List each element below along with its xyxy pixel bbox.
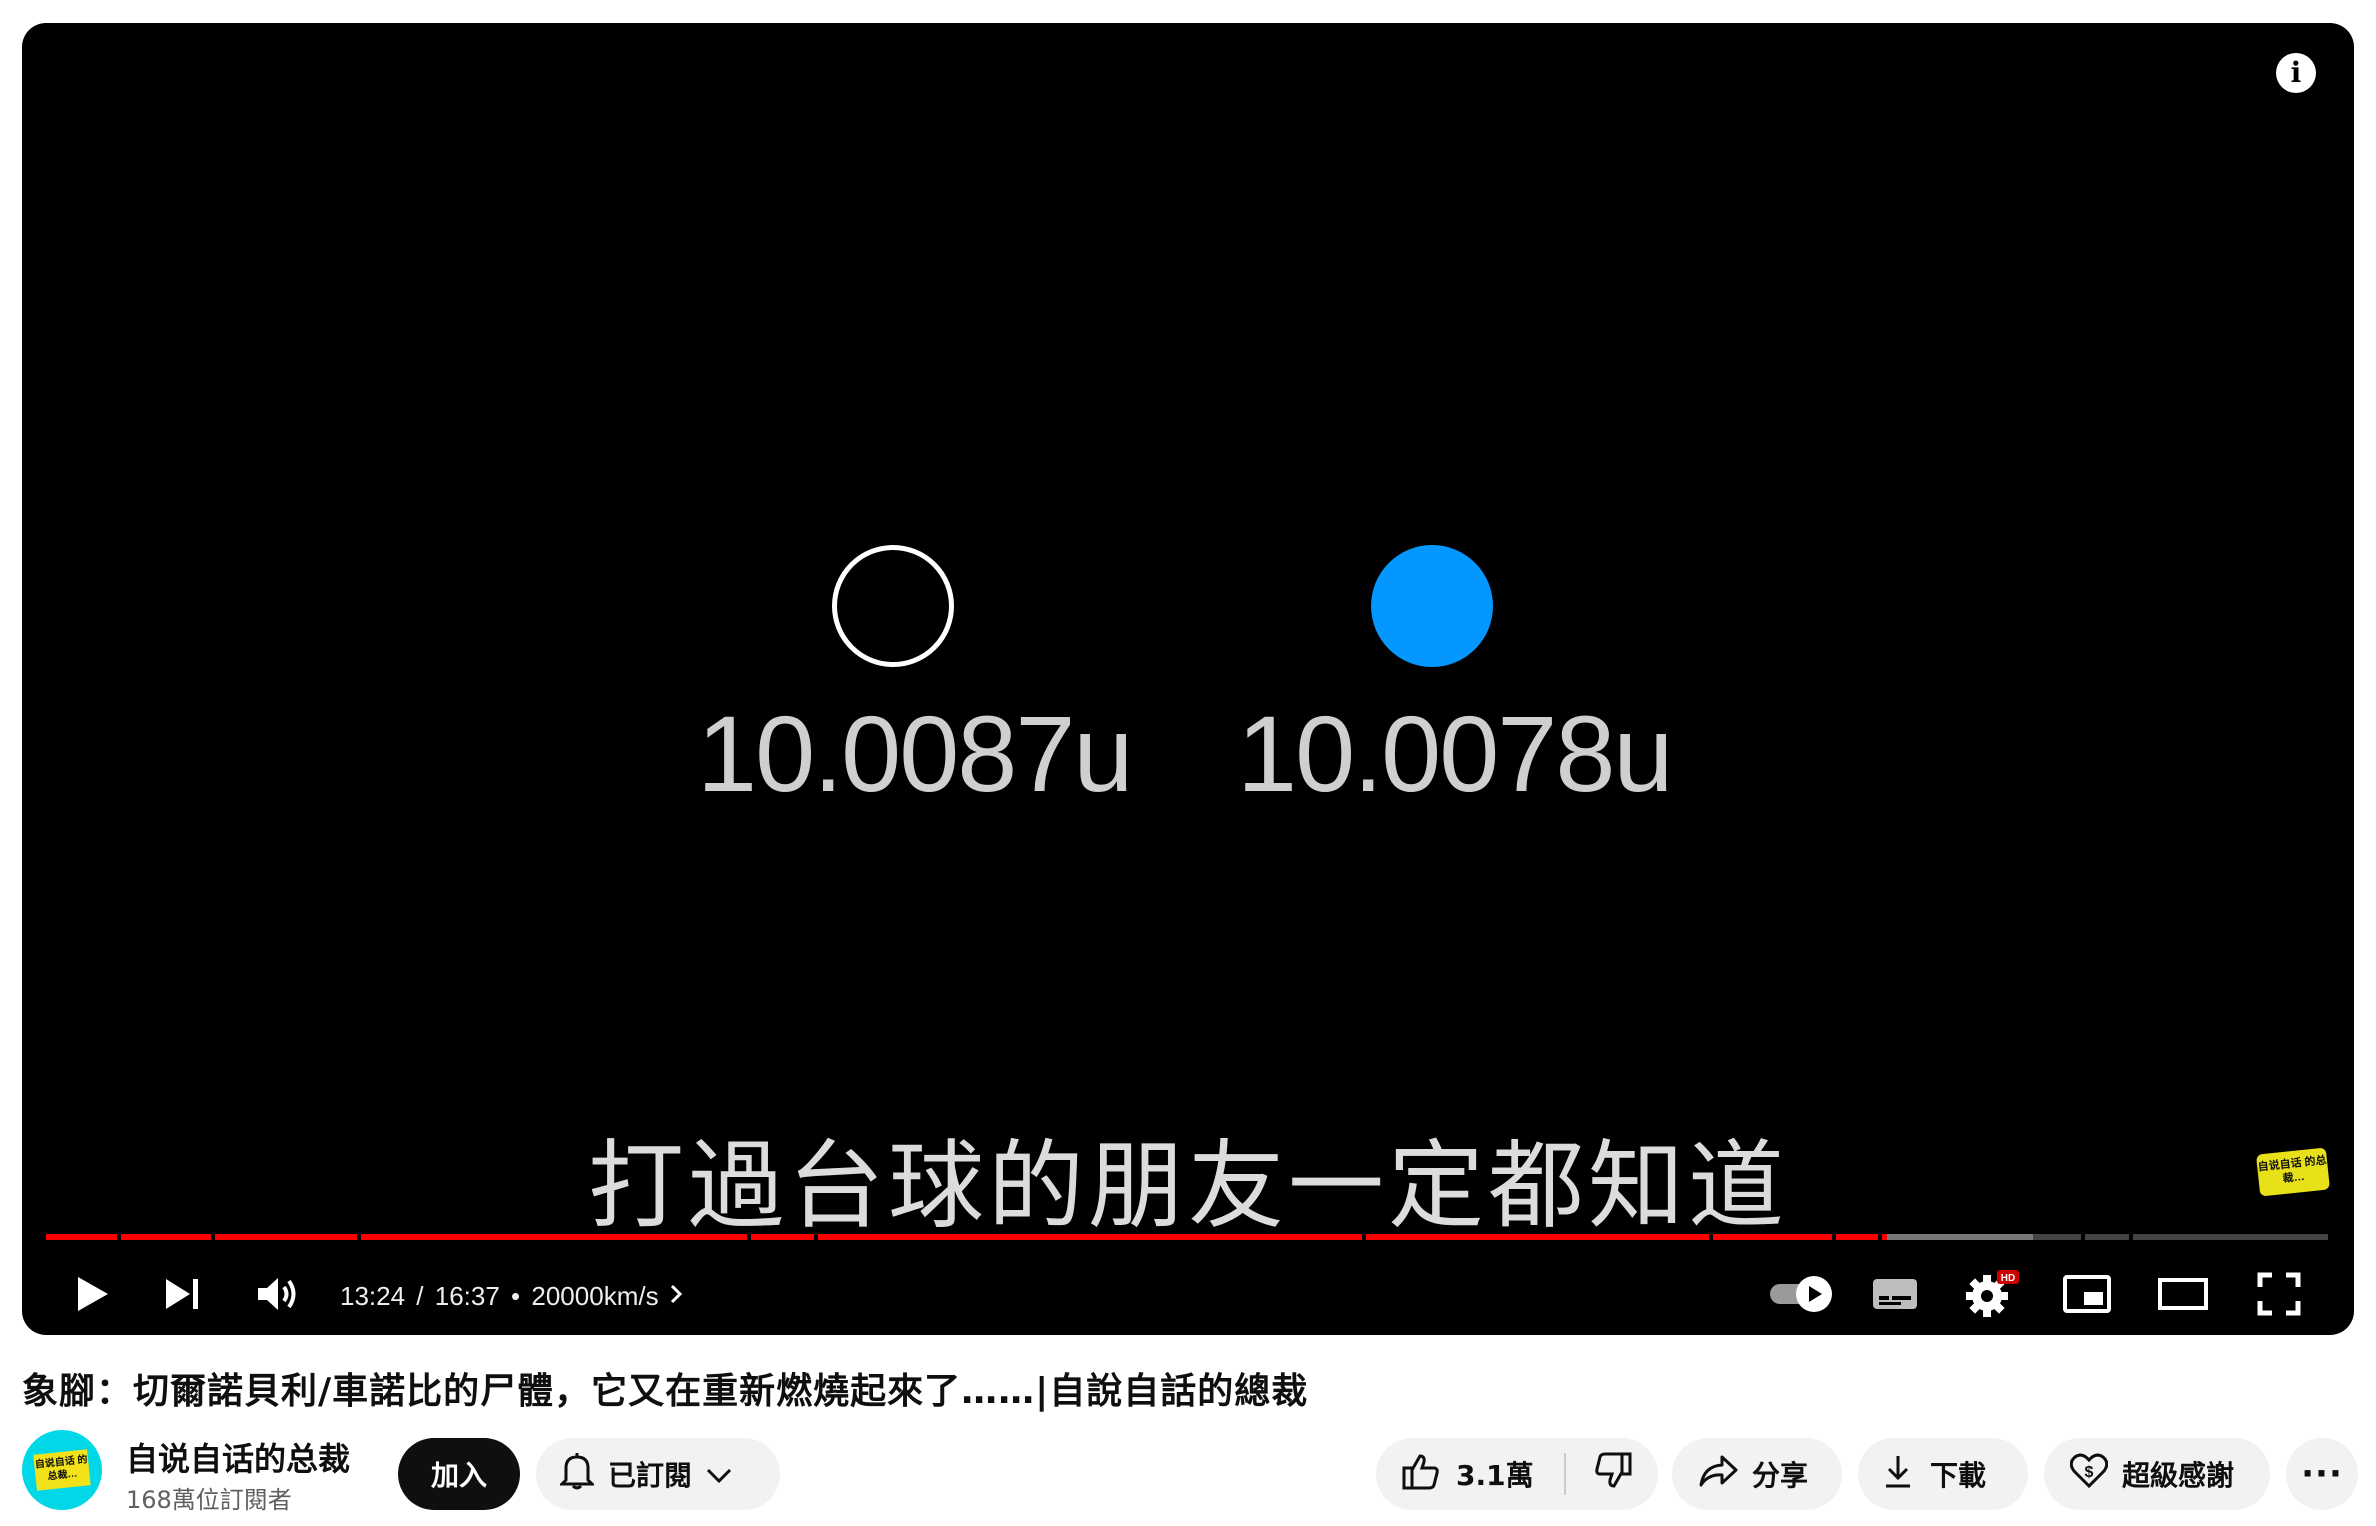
share-button[interactable]: 分享 [1672, 1438, 1842, 1510]
theater-mode-icon[interactable] [2148, 1259, 2218, 1329]
progress-segment-played[interactable] [1713, 1234, 1833, 1240]
progress-segment-played[interactable] [121, 1234, 211, 1240]
super-thanks-button[interactable]: $ 超級感謝 [2044, 1438, 2270, 1510]
dislike-button[interactable] [1566, 1438, 1632, 1510]
avatar-logo: 自说自话 的总裁… [33, 1449, 91, 1491]
subscribed-button[interactable]: 已訂閱 [536, 1438, 780, 1510]
download-label: 下載 [1930, 1459, 1987, 1492]
join-button[interactable]: 加入 [398, 1438, 520, 1510]
progress-segment-played[interactable] [214, 1234, 357, 1240]
super-thanks-label: 超級感謝 [2122, 1459, 2235, 1492]
join-label: 加入 [430, 1459, 487, 1492]
share-label: 分享 [1752, 1459, 1809, 1492]
proton-circle [1371, 545, 1493, 667]
progress-segment-unplayed[interactable] [2085, 1234, 2130, 1240]
download-icon [1884, 1454, 1912, 1495]
progress-segment-played[interactable] [817, 1234, 1362, 1240]
hd-badge: HD [2001, 1273, 2015, 1284]
info-icon[interactable]: i [2276, 53, 2316, 93]
subscriber-count: 168萬位訂閱者 [126, 1486, 292, 1514]
play-icon[interactable] [62, 1259, 122, 1329]
thumbs-down-icon [1594, 1452, 1632, 1497]
like-dislike-group: 3.1萬 [1376, 1438, 1658, 1510]
mass-label-right: 10.0078u [1237, 693, 1673, 814]
progress-segment-buffered[interactable] [1886, 1234, 2034, 1240]
miniplayer-icon[interactable] [2052, 1259, 2122, 1329]
autoplay-toggle[interactable] [1762, 1259, 1842, 1329]
chapter-title[interactable]: 20000km/s [531, 1281, 658, 1311]
player-controls: 13:24 / 16:37 • 20000km/s HD [22, 1259, 2354, 1329]
mass-label-left: 10.0087u [697, 693, 1133, 814]
svg-text:$: $ [2085, 1464, 2094, 1481]
download-button[interactable]: 下載 [1858, 1438, 2028, 1510]
progress-segment-played[interactable] [46, 1234, 118, 1240]
next-icon[interactable] [152, 1259, 212, 1329]
channel-name[interactable]: 自说自话的总裁 [126, 1434, 350, 1480]
channel-watermark: 自说自话 的总裁… [2255, 1147, 2331, 1197]
settings-gear-icon[interactable]: HD [1956, 1259, 2026, 1329]
video-caption: 打過台球的朋友一定都知道 [588, 1130, 1788, 1242]
super-thanks-icon: $ [2069, 1453, 2109, 1496]
video-title: 象腳：切爾諾貝利/車諾比的尸體，它又在重新燃燒起來了……|自說自話的總裁 [22, 1371, 1309, 1412]
time-display: 13:24 / 16:37 • 20000km/s [340, 1281, 683, 1312]
more-actions-button[interactable]: ··· [2286, 1438, 2358, 1510]
current-time: 13:24 [340, 1281, 406, 1311]
progress-segment-played[interactable] [1365, 1234, 1710, 1240]
video-player[interactable]: i 10.0087u 10.0078u 打過台球的朋友一定都知道 自说自话 的总… [22, 23, 2354, 1335]
neutron-circle [832, 545, 954, 667]
subscribed-label: 已訂閱 [608, 1459, 693, 1492]
fullscreen-icon[interactable] [2244, 1259, 2314, 1329]
progress-bar[interactable] [46, 1234, 2330, 1240]
duration: 16:37 [434, 1281, 500, 1311]
more-icon: ··· [2301, 1454, 2343, 1494]
channel-avatar[interactable]: 自说自话 的总裁… [22, 1430, 102, 1510]
thumbs-up-icon [1402, 1452, 1440, 1497]
progress-segment-played[interactable] [751, 1234, 814, 1240]
share-icon [1698, 1454, 1738, 1495]
volume-icon[interactable] [248, 1259, 308, 1329]
like-button[interactable]: 3.1萬 [1376, 1438, 1534, 1510]
progress-segment-played[interactable] [360, 1234, 748, 1240]
bell-icon [558, 1452, 596, 1497]
chevron-down-icon [706, 1458, 732, 1491]
chevron-right-icon[interactable] [669, 1281, 683, 1312]
subtitles-icon[interactable] [1860, 1259, 1930, 1329]
progress-segment-unplayed[interactable] [2133, 1234, 2328, 1240]
progress-segment-played[interactable] [1836, 1234, 1879, 1240]
like-count: 3.1萬 [1456, 1459, 1534, 1492]
progress-segment-unplayed[interactable] [2033, 1234, 2082, 1240]
